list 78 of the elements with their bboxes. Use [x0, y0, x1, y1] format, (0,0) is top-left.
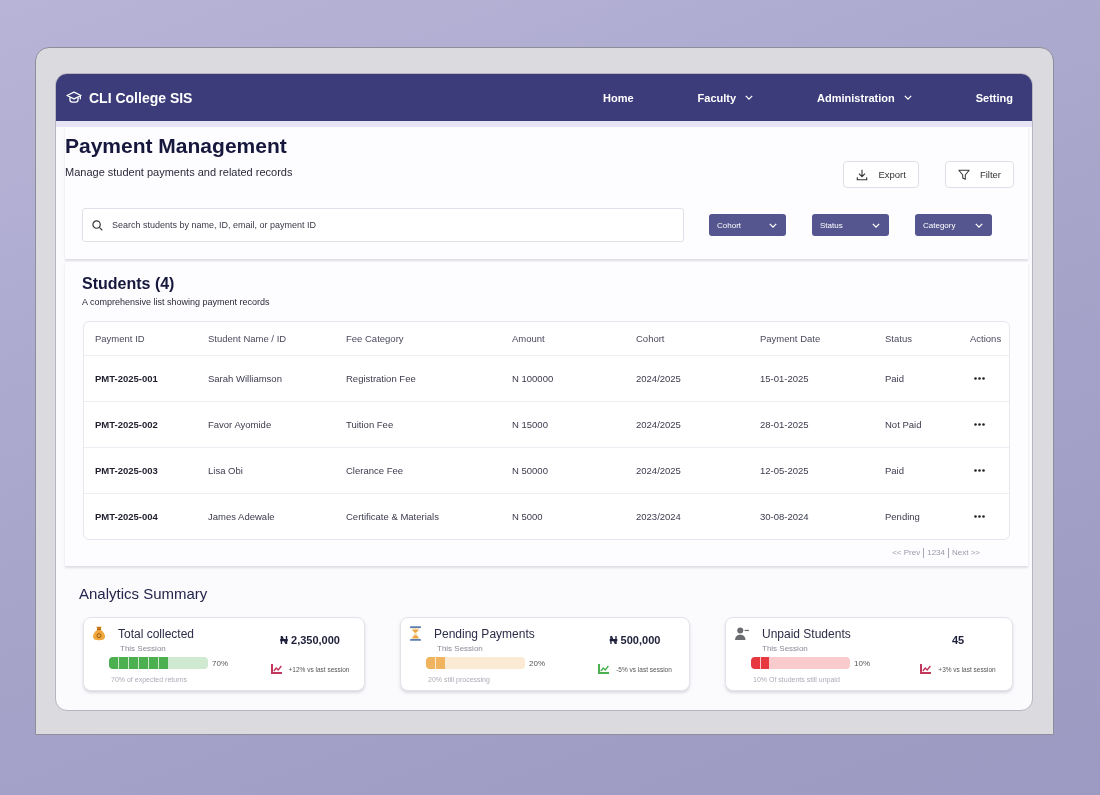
filter-dropdown[interactable]: Cohort — [709, 214, 786, 236]
card-title: Total collected — [118, 626, 195, 641]
table-cell: 12-05-2025 — [749, 448, 874, 494]
progress-percent: 70% — [212, 658, 228, 668]
table-cell: N 100000 — [501, 356, 625, 402]
chevron-down-icon — [769, 222, 777, 228]
table-cell-text: 2023/2024 — [635, 510, 682, 524]
table-cell: PMT-2025-001 — [84, 356, 197, 402]
period-label: This Session — [762, 644, 809, 654]
table-cell-text: Certificate & Materials — [345, 510, 440, 524]
table-cell-text: James Adewale — [207, 510, 276, 524]
table-cell: Tuition Fee — [335, 402, 501, 448]
nav-link[interactable]: Home — [603, 91, 634, 104]
search-field[interactable]: Search students by name, ID, email, or payment ID — [82, 208, 684, 242]
chevron-down-icon — [975, 222, 983, 228]
page-subtitle: Manage student payments and related records — [65, 166, 294, 179]
stat-value: ₦ 2,350,000 — [280, 633, 340, 647]
ellipsis-icon — [974, 423, 985, 426]
column-header: Fee Category — [335, 322, 501, 356]
table-cell: Paid — [874, 356, 956, 402]
filter-button[interactable]: Filter — [944, 161, 1014, 188]
column-header: Student Name / ID — [197, 322, 335, 356]
table-cell: N 50000 — [501, 448, 625, 494]
column-header: Payment Date — [749, 322, 874, 356]
section-title: Analytics Summary — [79, 585, 209, 603]
export-button[interactable]: Export — [843, 161, 919, 188]
nav-link[interactable]: Administration — [817, 91, 912, 104]
table-cell: 28-01-2025 — [749, 402, 874, 448]
progress-percent: 10% — [854, 658, 870, 668]
column-header: Payment ID — [84, 322, 197, 356]
column-header: Amount — [501, 322, 625, 356]
stat-value: ₦ 500,000 — [609, 633, 661, 647]
table-cell-text: PMT-2025-004 — [94, 510, 159, 524]
filter-dropdown[interactable]: Status — [812, 214, 889, 236]
chevron-down-icon — [872, 222, 880, 228]
table-cell: PMT-2025-003 — [84, 448, 197, 494]
nav-link[interactable]: Setting — [975, 91, 1013, 104]
table-cell-text: Pending — [884, 510, 921, 524]
money-bag-icon — [93, 626, 105, 641]
table-cell-text: 30-08-2024 — [759, 510, 810, 524]
table-cell: Sarah Williamson — [197, 356, 335, 402]
user-minus-icon — [735, 627, 749, 640]
period-label: This Session — [437, 644, 484, 654]
app-title: CLI College SIS — [89, 89, 193, 106]
graduation-cap-icon — [66, 91, 82, 104]
table-cell: 15-01-2025 — [749, 356, 874, 402]
hourglass-icon — [410, 626, 421, 641]
ellipsis-icon — [974, 515, 985, 518]
table-cell: 2024/2025 — [625, 402, 749, 448]
column-header: Actions — [956, 322, 1009, 356]
ellipsis-icon — [974, 469, 985, 472]
card-title: Unpaid Students — [762, 626, 851, 641]
table-cell-text: N 5000 — [511, 510, 544, 524]
table-cell: Paid — [874, 448, 956, 494]
stat-value: 45 — [951, 633, 965, 647]
search-icon — [92, 220, 103, 231]
table-cell: 2024/2025 — [625, 448, 749, 494]
ellipsis-icon — [974, 377, 985, 380]
section-subtitle: A comprehensive list showing payment records — [82, 297, 271, 308]
page-title: Payment Management — [65, 133, 288, 159]
funnel-icon — [957, 168, 970, 181]
table-cell: PMT-2025-002 — [84, 402, 197, 448]
filter-dropdown[interactable]: Category — [915, 214, 992, 236]
table-cell: N 15000 — [501, 402, 625, 448]
progress-percent: 20% — [529, 658, 545, 668]
table-cell: 2024/2025 — [625, 356, 749, 402]
table-cell: Lisa Obi — [197, 448, 335, 494]
nav-link[interactable]: Faculty — [697, 91, 754, 104]
period-label: This Session — [120, 644, 167, 654]
table-cell: Clerance Fee — [335, 448, 501, 494]
table-cell: Registration Fee — [335, 356, 501, 402]
table-cell: Not Paid — [874, 402, 956, 448]
column-header: Status — [874, 322, 956, 356]
card-title: Pending Payments — [434, 626, 535, 641]
section-title: Students (4) — [82, 274, 176, 294]
column-header: Cohort — [625, 322, 749, 356]
download-icon — [856, 168, 869, 181]
table-cell: Favor Ayomide — [197, 402, 335, 448]
